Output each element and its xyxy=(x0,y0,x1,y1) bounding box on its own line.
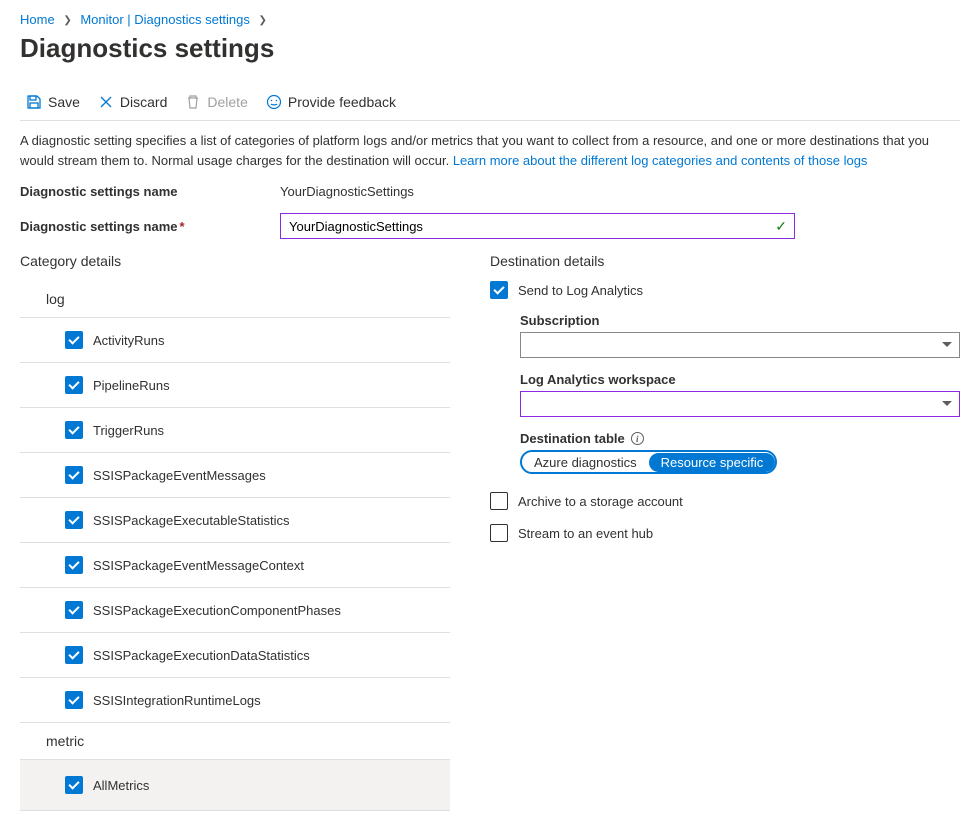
log-row: PipelineRuns xyxy=(20,363,450,408)
stream-eventhub-label: Stream to an event hub xyxy=(518,526,653,541)
destination-table-label: Destination table i xyxy=(520,431,960,446)
name-label-static: Diagnostic settings name xyxy=(20,184,280,199)
save-icon xyxy=(26,94,42,110)
info-icon[interactable]: i xyxy=(631,432,644,445)
log-label: SSISPackageExecutionDataStatistics xyxy=(93,648,310,663)
learn-more-link[interactable]: Learn more about the different log categ… xyxy=(453,153,868,168)
log-label: PipelineRuns xyxy=(93,378,170,393)
feedback-button[interactable]: Provide feedback xyxy=(266,94,396,110)
save-label: Save xyxy=(48,94,80,110)
category-details-header: Category details xyxy=(20,253,450,269)
close-icon xyxy=(98,94,114,110)
breadcrumb: Home ❯ Monitor | Diagnostics settings ❯ xyxy=(20,12,960,27)
log-checkbox[interactable] xyxy=(65,646,83,664)
discard-label: Discard xyxy=(120,94,167,110)
log-checkbox[interactable] xyxy=(65,331,83,349)
breadcrumb-home[interactable]: Home xyxy=(20,12,55,27)
log-group-header: log xyxy=(20,281,450,318)
destination-table-toggle[interactable]: Azure diagnostics Resource specific xyxy=(520,450,777,474)
valid-check-icon: ✓ xyxy=(775,218,787,235)
archive-storage-label: Archive to a storage account xyxy=(518,494,683,509)
send-log-analytics-checkbox[interactable] xyxy=(490,281,508,299)
page-title: Diagnostics settings xyxy=(20,33,960,64)
feedback-label: Provide feedback xyxy=(288,94,396,110)
log-row: SSISPackageExecutionDataStatistics xyxy=(20,633,450,678)
chevron-right-icon: ❯ xyxy=(63,15,71,26)
metric-checkbox[interactable] xyxy=(65,776,83,794)
category-details-column: Category details log ActivityRuns Pipelin… xyxy=(20,253,450,811)
log-label: SSISPackageEventMessages xyxy=(93,468,266,483)
destination-details-header: Destination details xyxy=(490,253,960,269)
smiley-icon xyxy=(266,94,282,110)
log-row: TriggerRuns xyxy=(20,408,450,453)
log-label: SSISPackageExecutableStatistics xyxy=(93,513,290,528)
log-row: SSISPackageEventMessageContext xyxy=(20,543,450,588)
log-checkbox[interactable] xyxy=(65,511,83,529)
log-label: TriggerRuns xyxy=(93,423,164,438)
name-input[interactable] xyxy=(280,213,795,239)
save-button[interactable]: Save xyxy=(26,94,80,110)
log-checkbox[interactable] xyxy=(65,421,83,439)
log-row: SSISIntegrationRuntimeLogs xyxy=(20,678,450,723)
delete-button: Delete xyxy=(185,94,247,110)
log-checkbox[interactable] xyxy=(65,601,83,619)
metric-row: AllMetrics xyxy=(20,760,450,811)
log-label: SSISIntegrationRuntimeLogs xyxy=(93,693,261,708)
log-checkbox[interactable] xyxy=(65,376,83,394)
name-value-static: YourDiagnosticSettings xyxy=(280,184,414,199)
name-label-required: Diagnostic settings name* xyxy=(20,219,280,234)
delete-label: Delete xyxy=(207,94,247,110)
toolbar: Save Discard Delete Provide feedback xyxy=(20,86,960,121)
send-log-analytics-label: Send to Log Analytics xyxy=(518,283,643,298)
log-row: SSISPackageExecutionComponentPhases xyxy=(20,588,450,633)
log-row: ActivityRuns xyxy=(20,318,450,363)
archive-storage-checkbox[interactable] xyxy=(490,492,508,510)
log-label: ActivityRuns xyxy=(93,333,165,348)
log-row: SSISPackageExecutableStatistics xyxy=(20,498,450,543)
description-text: A diagnostic setting specifies a list of… xyxy=(20,131,960,170)
chevron-right-icon: ❯ xyxy=(259,15,267,26)
metric-group-header: metric xyxy=(20,723,450,760)
workspace-select[interactable] xyxy=(520,391,960,417)
metric-label: AllMetrics xyxy=(93,778,149,793)
destination-details-column: Destination details Send to Log Analytic… xyxy=(490,253,960,811)
log-checkbox[interactable] xyxy=(65,556,83,574)
trash-icon xyxy=(185,94,201,110)
required-indicator: * xyxy=(179,219,184,234)
log-label: SSISPackageEventMessageContext xyxy=(93,558,304,573)
workspace-label: Log Analytics workspace xyxy=(520,372,960,387)
log-checkbox[interactable] xyxy=(65,691,83,709)
breadcrumb-monitor[interactable]: Monitor | Diagnostics settings xyxy=(80,12,250,27)
subscription-label: Subscription xyxy=(520,313,960,328)
discard-button[interactable]: Discard xyxy=(98,94,167,110)
log-row: SSISPackageEventMessages xyxy=(20,453,450,498)
log-checkbox[interactable] xyxy=(65,466,83,484)
subscription-select[interactable] xyxy=(520,332,960,358)
toggle-resource-specific[interactable]: Resource specific xyxy=(649,453,776,472)
log-label: SSISPackageExecutionComponentPhases xyxy=(93,603,341,618)
stream-eventhub-checkbox[interactable] xyxy=(490,524,508,542)
toggle-azure-diagnostics[interactable]: Azure diagnostics xyxy=(522,453,649,472)
